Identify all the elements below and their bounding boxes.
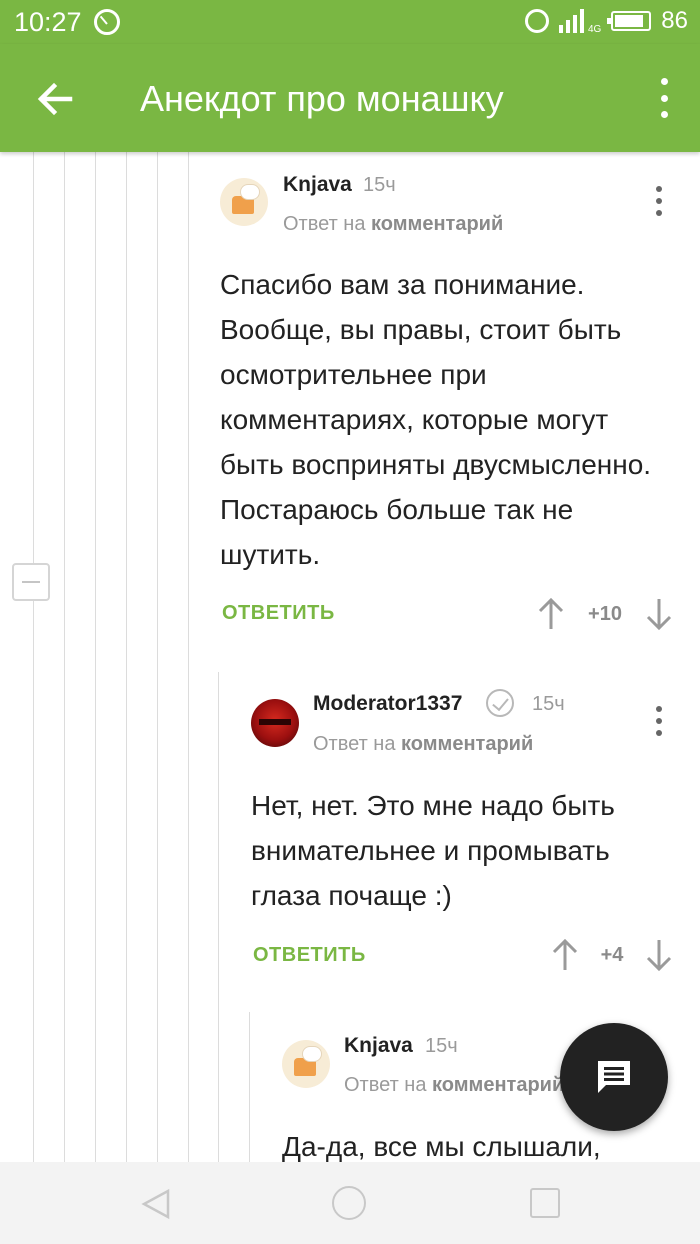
- avatar[interactable]: [220, 178, 268, 226]
- reply-target-link[interactable]: комментарий: [432, 1074, 564, 1096]
- comment-score: +4: [600, 944, 624, 966]
- arrow-left-icon: [37, 82, 73, 116]
- back-button[interactable]: [30, 74, 80, 124]
- nav-home-icon[interactable]: [332, 1186, 366, 1220]
- comment-author[interactable]: Moderator1337: [313, 692, 462, 716]
- check-circle-icon: [486, 689, 514, 717]
- thread-line: [218, 672, 219, 1162]
- page-title: Анекдот про монашку: [140, 78, 504, 119]
- overflow-menu-button[interactable]: [654, 78, 674, 118]
- reply-target-link[interactable]: комментарий: [371, 213, 503, 235]
- reply-prefix: Ответ на: [283, 213, 366, 235]
- battery-icon: [607, 11, 652, 31]
- comment-time: 15ч: [425, 1035, 458, 1057]
- message-icon: [598, 1061, 630, 1093]
- comment-menu-button[interactable]: [652, 706, 666, 736]
- thread-line: [188, 152, 189, 1162]
- thread-line: [95, 152, 96, 1162]
- avatar[interactable]: [251, 699, 299, 747]
- status-bar: 10:27 4G 86: [0, 0, 700, 44]
- comment-time: 15ч: [363, 174, 396, 196]
- reply-button[interactable]: ОТВЕТИТЬ: [222, 602, 335, 625]
- arrow-down-icon[interactable]: [644, 938, 674, 972]
- status-icons: 4G 86: [524, 7, 688, 35]
- nav-recents-icon[interactable]: [530, 1188, 560, 1218]
- timer-icon: [94, 9, 120, 35]
- arrow-down-icon[interactable]: [644, 597, 674, 631]
- arrow-up-icon[interactable]: [550, 938, 580, 972]
- avatar[interactable]: [282, 1040, 330, 1088]
- more-vertical-icon: [656, 706, 662, 712]
- reply-prefix: Ответ на: [313, 733, 396, 755]
- comment-menu-button[interactable]: [652, 186, 666, 216]
- reply-prefix: Ответ на: [344, 1074, 427, 1096]
- thread-line: [64, 152, 65, 1162]
- thread-line: [33, 152, 34, 1162]
- comment-text: Спасибо вам за понимание. Вообще, вы пра…: [220, 269, 652, 570]
- new-comment-fab[interactable]: [560, 1023, 668, 1131]
- network-type: 4G: [587, 24, 602, 35]
- collapse-thread-button[interactable]: [12, 563, 50, 601]
- reply-to-line: Ответ на комментарий: [283, 213, 503, 236]
- signal-icon: [558, 9, 584, 33]
- status-time: 10:27: [14, 7, 82, 37]
- comment-time: 15ч: [532, 693, 565, 715]
- battery-level: 86: [661, 7, 688, 34]
- app-bar: Анекдот про монашку: [0, 44, 700, 152]
- comment-author[interactable]: Knjava: [344, 1034, 413, 1058]
- alarm-icon: [524, 9, 549, 33]
- thread-line: [157, 152, 158, 1162]
- comment-author[interactable]: Knjava: [283, 173, 352, 197]
- nav-back-icon[interactable]: [140, 1187, 174, 1221]
- comment-score: +10: [588, 603, 622, 625]
- more-vertical-icon: [656, 186, 662, 192]
- reply-button[interactable]: ОТВЕТИТЬ: [253, 944, 366, 967]
- reply-to-line: Ответ на комментарий: [313, 733, 533, 756]
- thread-line: [249, 1012, 250, 1162]
- arrow-up-icon[interactable]: [536, 597, 566, 631]
- reply-target-link[interactable]: комментарий: [401, 733, 533, 755]
- more-vertical-icon: [660, 78, 668, 85]
- reply-to-line: Ответ на комментарий: [344, 1074, 564, 1097]
- thread-line: [126, 152, 127, 1162]
- system-nav-bar: [0, 1162, 700, 1244]
- comment-text: Нет, нет. Это мне надо быть внимательнее…: [251, 790, 615, 911]
